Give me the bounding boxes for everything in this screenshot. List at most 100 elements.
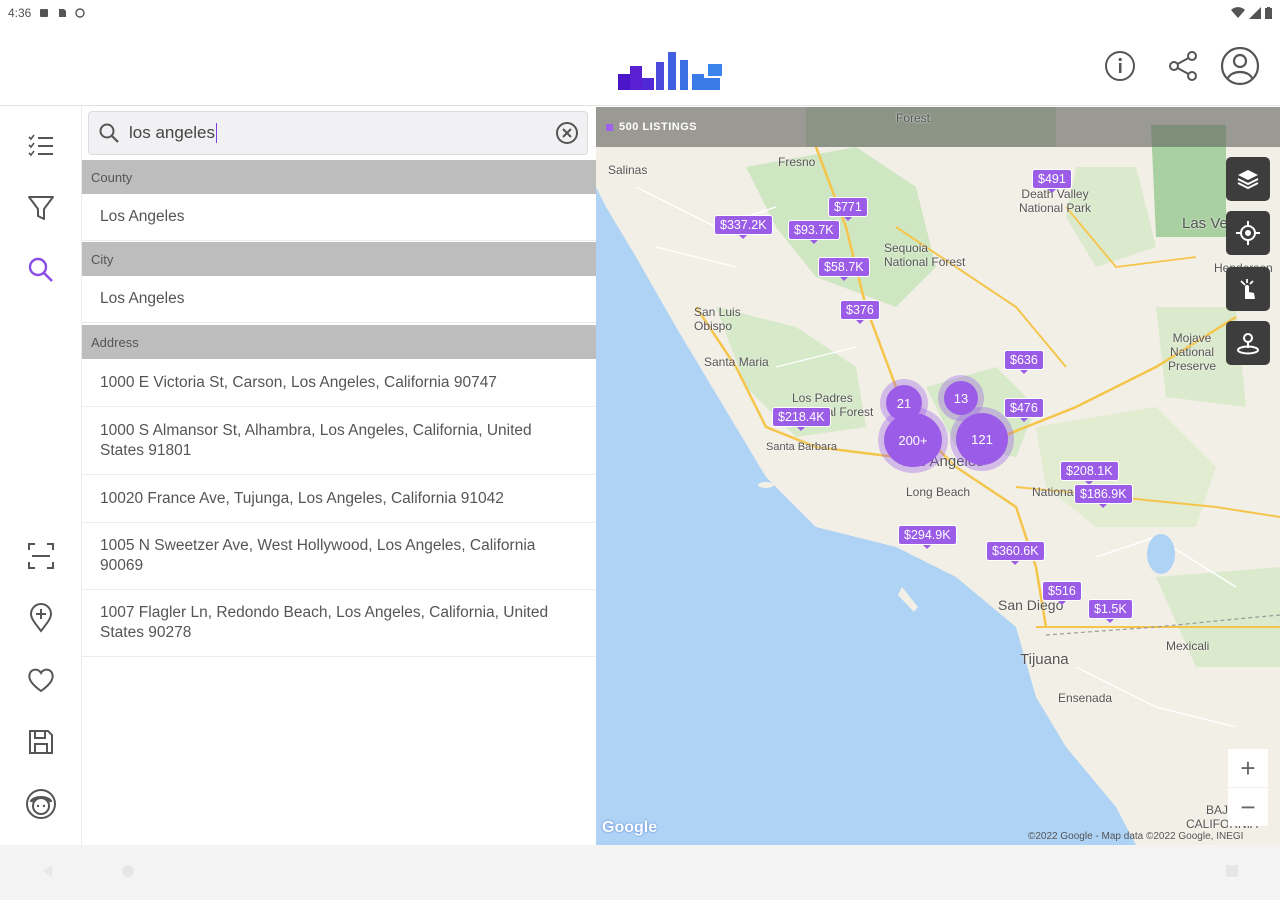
add-location-icon [29,603,53,633]
status-bar: 4:36 [0,0,1280,26]
cluster-count: 21 [896,395,912,411]
cluster-count: 200+ [898,432,928,448]
support-agent-icon [26,789,56,819]
info-icon [1105,51,1135,81]
price-marker[interactable]: $516 [1042,581,1082,605]
place-label: Long Beach [906,485,971,499]
price-marker[interactable]: $636 [1004,350,1044,374]
price-marker[interactable]: $337.2K [714,215,773,239]
price-marker[interactable]: $58.7K [818,257,870,281]
draw-area-button[interactable] [1226,267,1270,311]
place-label: Tijuana [1020,651,1069,668]
add-location-button[interactable] [20,597,62,639]
layers-icon [1237,170,1259,190]
place-label: Sequoia National Forest [884,241,966,269]
search-bar[interactable]: los angeles [88,111,588,155]
price-marker[interactable]: $376 [840,300,880,324]
search-field-icon [89,122,129,144]
place-label: Santa Barbara [766,441,837,453]
pin-person-icon [1237,333,1259,355]
filter-button[interactable] [20,187,62,229]
price-marker[interactable]: $476 [1004,398,1044,422]
listing-count-bar: 500 LISTINGS [596,107,1280,147]
clear-search-button[interactable] [547,121,587,145]
street-view-button[interactable] [1226,321,1270,365]
crosshair-location-icon [1236,221,1260,245]
result-county-item[interactable]: Los Angeles [82,194,596,241]
account-icon [1220,46,1260,86]
search-nav-button[interactable] [20,249,62,291]
search-panel: los angeles County Los Angeles City Los … [82,107,596,845]
result-city-item[interactable]: Los Angeles [82,276,596,323]
price-marker[interactable]: $491 [1032,169,1072,193]
result-address-item[interactable]: 10020 France Ave, Tujunga, Los Angeles, … [82,475,596,523]
result-address-item[interactable]: 1005 N Sweetzer Ave, West Hollywood, Los… [82,523,596,590]
price-marker[interactable]: $218.4K [772,407,831,431]
list-view-button[interactable] [20,125,62,167]
price-marker[interactable]: $360.6K [986,541,1045,565]
section-header-city: City [82,242,596,276]
listing-count: 500 LISTINGS [619,121,698,133]
price-marker[interactable]: $771 [828,197,868,221]
info-button[interactable] [1100,46,1140,86]
clear-icon [556,122,578,144]
favorites-button[interactable] [20,659,62,701]
section-header-county: County [82,160,596,194]
data-saver-icon [75,8,86,18]
place-label: Ensenada [1058,691,1113,705]
price-marker[interactable]: $93.7K [788,220,840,244]
notification-icon [40,9,49,17]
price-marker[interactable]: $1.5K [1088,599,1133,623]
listing-cluster[interactable]: 13 [944,381,978,415]
scan-frame-icon [28,543,54,569]
app-header [0,26,1280,106]
search-input[interactable]: los angeles [129,123,547,144]
search-icon [28,257,53,282]
system-navigation-bar [0,845,1280,900]
account-button[interactable] [1220,46,1260,86]
map-view[interactable]: 500 LISTINGS Forest Fresno Salinas Death… [596,107,1280,845]
text-caret [216,123,218,144]
sd-card-icon [59,9,67,17]
place-label: Mojave National Preserve [1167,331,1217,373]
price-marker[interactable]: $186.9K [1074,484,1133,508]
recents-icon[interactable] [1224,863,1240,879]
listing-cluster[interactable]: 121 [956,413,1008,465]
signal-icon [1249,7,1261,19]
heart-icon [28,668,54,693]
listing-dot-icon [606,123,613,131]
cluster-count: 13 [953,390,969,406]
wifi-icon [1231,7,1245,19]
left-nav [0,107,82,845]
magnifier-icon [99,123,119,143]
my-location-button[interactable] [1226,211,1270,255]
listing-cluster[interactable]: 200+ [884,413,942,467]
place-label: Salinas [608,163,648,177]
zoom-in-button[interactable]: + [1228,749,1268,787]
filter-icon [28,196,54,220]
result-address-item[interactable]: 1000 S Almansor St, Alhambra, Los Angele… [82,407,596,475]
touch-draw-icon [1240,279,1255,299]
share-button[interactable] [1163,46,1203,86]
google-logo: Google [602,819,658,836]
result-address-item[interactable]: 1000 E Victoria St, Carson, Los Angeles,… [82,359,596,407]
back-icon[interactable] [40,863,56,879]
price-marker[interactable]: $294.9K [898,525,957,549]
zoom-out-button[interactable]: − [1228,788,1268,826]
scan-button[interactable] [20,535,62,577]
list-checklist-icon [28,134,53,157]
share-icon [1169,51,1197,81]
result-address-item[interactable]: 1007 Flagler Ln, Redondo Beach, Los Ange… [82,590,596,657]
price-marker[interactable]: $208.1K [1060,461,1119,485]
map-base [596,107,1280,845]
map-layers-button[interactable] [1226,157,1270,201]
battery-icon [1265,7,1272,19]
support-button[interactable] [20,783,62,825]
place-label: Forest [896,111,931,125]
status-time: 4:36 [8,6,32,20]
home-icon[interactable] [120,863,136,879]
saved-button[interactable] [20,721,62,763]
section-header-address: Address [82,325,596,359]
place-label: San Luis Obispo [694,305,741,333]
place-label: Santa Maria [704,355,769,369]
